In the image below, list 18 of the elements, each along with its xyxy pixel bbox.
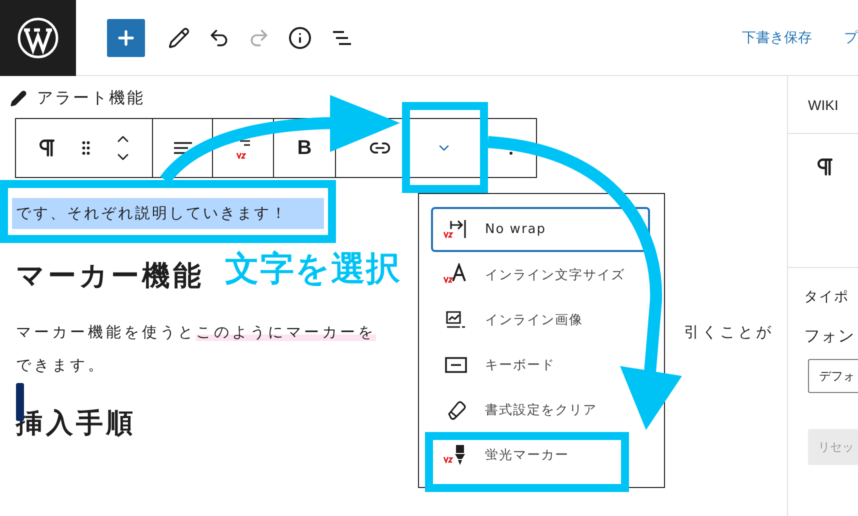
- paragraph-text: 引くことが: [684, 323, 774, 342]
- add-block-button[interactable]: [107, 18, 145, 56]
- paragraph-text: できます。: [16, 356, 106, 375]
- sidebar-tab[interactable]: WIKI: [788, 76, 858, 134]
- save-draft-link[interactable]: 下書き保存: [742, 28, 812, 46]
- pencil-icon: [10, 90, 27, 106]
- selected-text: です、それぞれ説明していきます！: [12, 198, 324, 229]
- section-label: タイポ: [803, 288, 850, 306]
- paragraph-text: マーカー機能を使うと このようにマーカーを: [16, 323, 376, 342]
- block-breadcrumb: アラート機能: [37, 88, 145, 108]
- bold-button[interactable]: B: [293, 132, 316, 164]
- menu-item[interactable]: No wrap: [431, 207, 650, 252]
- wordpress-logo[interactable]: [0, 0, 76, 76]
- font-select[interactable]: デフォ: [808, 359, 858, 393]
- preview-link[interactable]: プ: [844, 28, 858, 46]
- annotation-label: 文字を選択: [225, 248, 401, 291]
- heading: マーカー機能: [16, 258, 204, 294]
- font-label: フォン: [803, 325, 856, 347]
